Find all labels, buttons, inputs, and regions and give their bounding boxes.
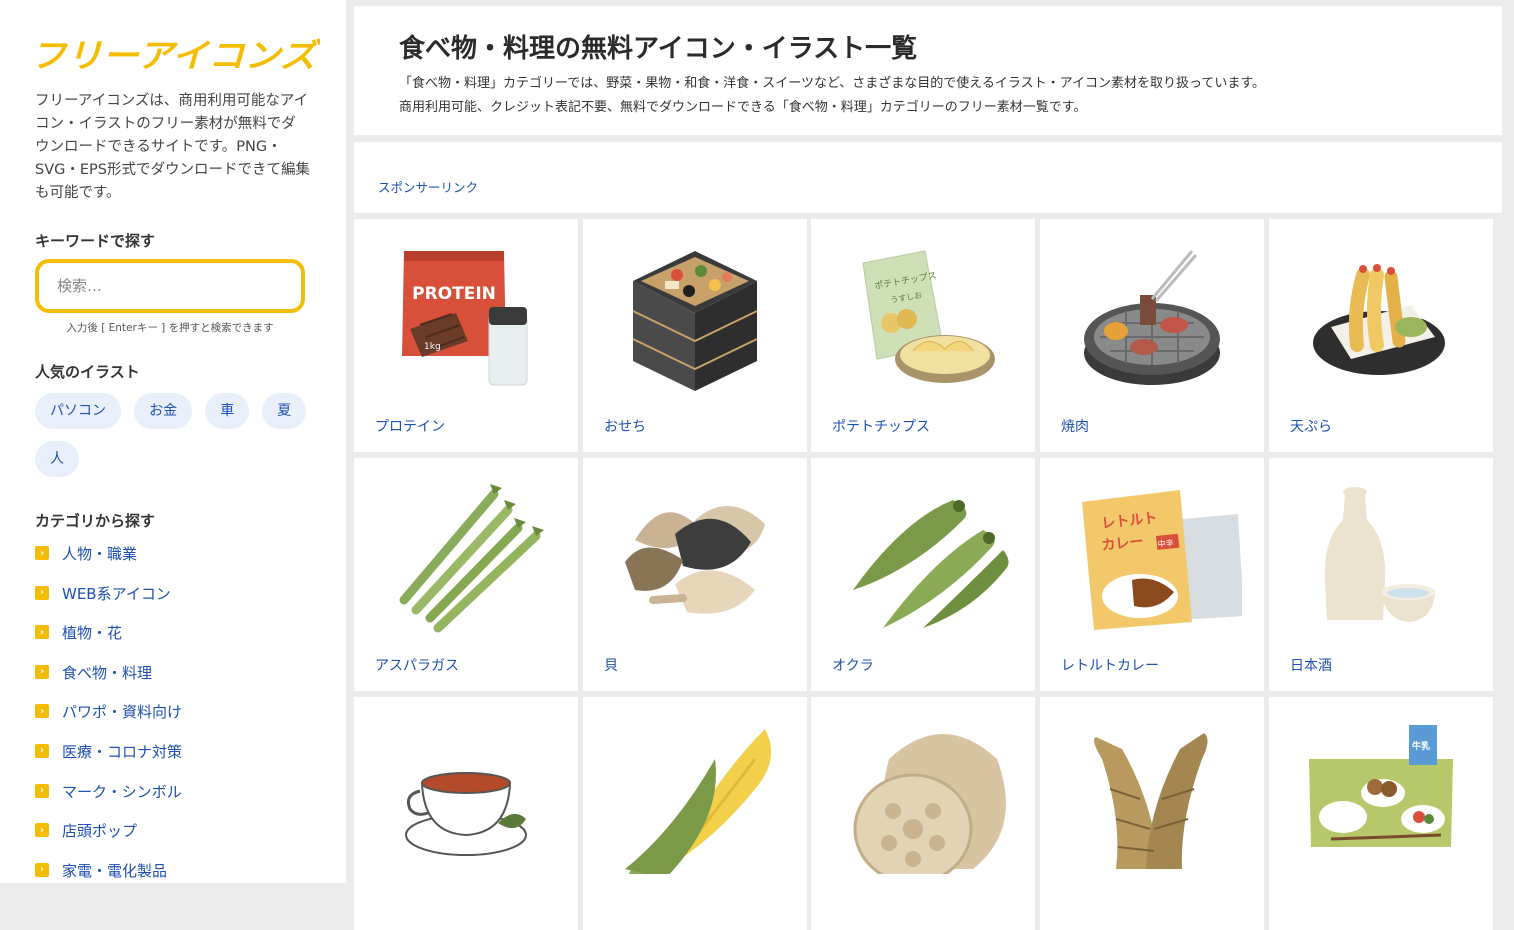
item-card-retort-curry[interactable]: レトルト カレー 中辛 レトルトカレー — [1040, 458, 1264, 691]
logo-text: フリーアイコンズ — [30, 36, 320, 74]
item-card-tea[interactable] — [354, 697, 578, 930]
category-label: パワポ・資料向け — [62, 703, 183, 722]
yakiniku-icon — [1084, 250, 1220, 385]
tempura-icon — [1313, 264, 1445, 375]
category-appliances[interactable]: › 家電・電化製品 — [35, 860, 182, 900]
asparagus-icon — [399, 484, 544, 633]
item-card-yakiniku[interactable]: 焼肉 — [1040, 219, 1264, 452]
category-label: マーク・シンボル — [62, 782, 182, 801]
corn-icon — [625, 729, 772, 874]
chevron-right-icon: › — [35, 862, 49, 877]
popular-tags: パソコン お金 車 夏 人 — [35, 393, 325, 489]
item-card-asparagus[interactable]: アスパラガス — [354, 458, 578, 691]
category-store-pop[interactable]: › 店頭ポップ — [35, 820, 182, 860]
category-web-icons[interactable]: › WEB系アイコン — [35, 583, 182, 623]
tag-car[interactable]: 車 — [205, 393, 250, 429]
item-name: レトルトカレー — [1061, 658, 1159, 674]
chevron-right-icon: › — [35, 625, 49, 640]
item-name: ポテトチップス — [832, 419, 930, 435]
category-label: 店頭ポップ — [62, 822, 138, 841]
chevron-right-icon: › — [35, 704, 49, 719]
category-label: WEB系アイコン — [62, 584, 171, 603]
item-name: オクラ — [832, 658, 874, 674]
tag-person[interactable]: 人 — [35, 441, 79, 477]
tag-summer[interactable]: 夏 — [262, 393, 307, 429]
bamboo-shoot-icon — [1094, 733, 1208, 869]
item-card-bamboo-shoot[interactable] — [1040, 697, 1264, 930]
item-card-lotus-root[interactable] — [811, 697, 1035, 930]
item-card-school-lunch[interactable]: 牛乳 — [1269, 697, 1493, 930]
page-title: 食べ物・料理の無料アイコン・イラスト一覧 — [399, 34, 918, 64]
site-logo[interactable]: フリーアイコンズ — [30, 34, 320, 74]
category-powerpoint[interactable]: › パワポ・資料向け — [35, 701, 182, 741]
okra-icon — [853, 500, 1009, 628]
shellfish-icon — [625, 505, 765, 614]
item-card-osechi[interactable]: おせち — [583, 219, 807, 452]
search-hint: 入力後 [ Enterキー ] を押すと検索できます — [66, 322, 274, 334]
milk-label: 牛乳 — [1412, 740, 1430, 752]
sponsor-area: スポンサーリンク — [354, 142, 1502, 213]
chevron-right-icon: › — [35, 664, 49, 679]
sake-icon — [1324, 487, 1435, 622]
category-heading: カテゴリから探す — [35, 512, 156, 530]
item-name: 日本酒 — [1290, 658, 1332, 674]
potato-chips-icon: ポテトチップス うすしお — [862, 250, 995, 383]
curry-heat: 中辛 — [1157, 537, 1174, 549]
sponsor-label: スポンサーリンク — [378, 180, 479, 195]
item-name: アスパラガス — [375, 658, 459, 674]
item-name: プロテイン — [375, 419, 445, 435]
lotus-root-icon — [853, 734, 1006, 874]
retort-curry-icon: レトルト カレー 中辛 — [1082, 490, 1242, 630]
item-card-corn[interactable] — [583, 697, 807, 930]
protein-label: PROTEIN — [412, 284, 496, 304]
category-plants[interactable]: › 植物・花 — [35, 622, 182, 662]
tea-cup-icon — [405, 772, 527, 856]
protein-icon: PROTEIN 1kg — [402, 251, 528, 386]
site-description: フリーアイコンズは、商用利用可能なアイコン・イラストのフリー素材が無料でダウンロ… — [35, 93, 310, 201]
item-card-sake[interactable]: 日本酒 — [1269, 458, 1493, 691]
popular-heading: 人気のイラスト — [35, 363, 140, 381]
chevron-right-icon: › — [35, 585, 49, 600]
item-card-potato-chips[interactable]: ポテトチップス うすしお ポテトチップス — [811, 219, 1035, 452]
sidebar: フリーアイコンズ フリーアイコンズは、商用利用可能なアイコン・イラストのフリー素… — [0, 0, 346, 883]
item-name: 焼肉 — [1061, 419, 1089, 435]
category-lead-2: 商用利用可能、クレジット表記不要、無料でダウンロードできる「食べ物・料理」カテゴ… — [399, 100, 1087, 115]
category-people[interactable]: › 人物・職業 — [35, 543, 182, 583]
category-list: › 人物・職業 › WEB系アイコン › 植物・花 › 食べ物・料理 › パワポ・資料向け… — [35, 543, 182, 899]
item-name: 天ぷら — [1290, 419, 1332, 435]
category-label: 食べ物・料理 — [62, 663, 153, 682]
item-card-okra[interactable]: オクラ — [811, 458, 1035, 691]
category-label: 家電・電化製品 — [62, 861, 168, 880]
search-input[interactable] — [39, 263, 301, 309]
category-header: 食べ物・料理の無料アイコン・イラスト一覧 「食べ物・料理」カテゴリーでは、野菜・… — [354, 6, 1502, 135]
chevron-right-icon: › — [35, 546, 49, 560]
item-name: おせち — [604, 419, 646, 435]
category-food[interactable]: › 食べ物・料理 — [35, 662, 182, 702]
category-label: 医療・コロナ対策 — [62, 742, 183, 761]
tag-pc[interactable]: パソコン — [35, 393, 121, 429]
school-lunch-icon: 牛乳 — [1309, 725, 1453, 847]
protein-weight: 1kg — [424, 342, 441, 352]
chevron-right-icon: › — [35, 823, 49, 838]
category-medical[interactable]: › 医療・コロナ対策 — [35, 741, 182, 781]
chevron-right-icon: › — [35, 743, 49, 758]
category-label: 人物・職業 — [62, 545, 138, 563]
tag-money[interactable]: お金 — [134, 393, 193, 429]
item-card-shellfish[interactable]: 貝 — [583, 458, 807, 691]
item-name: 貝 — [604, 658, 618, 674]
item-card-protein[interactable]: PROTEIN 1kg プロテイン — [354, 219, 578, 452]
search-box — [35, 259, 305, 313]
item-card-tempura[interactable]: 天ぷら — [1269, 219, 1493, 452]
category-marks[interactable]: › マーク・シンボル — [35, 781, 182, 821]
chevron-right-icon: › — [35, 783, 49, 798]
category-lead-1: 「食べ物・料理」カテゴリーでは、野菜・果物・和食・洋食・スイーツなど、さまざまな… — [399, 76, 1266, 91]
category-label: 植物・花 — [62, 624, 123, 643]
osechi-icon — [632, 251, 758, 391]
keyword-search-heading: キーワードで探す — [35, 232, 156, 250]
